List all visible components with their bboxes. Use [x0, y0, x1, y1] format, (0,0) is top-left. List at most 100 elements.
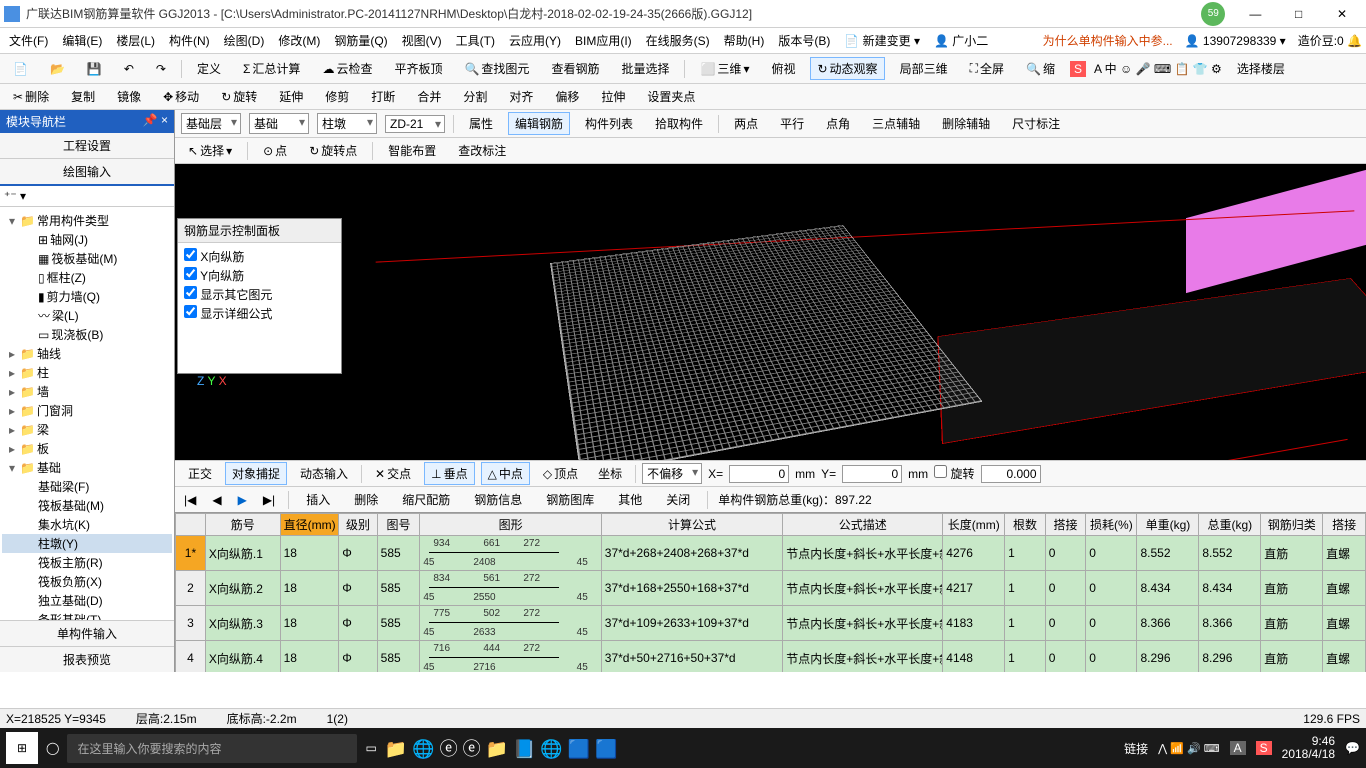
- list-button[interactable]: 构件列表: [578, 112, 640, 135]
- tree-slab[interactable]: ▭ 现浇板(B): [2, 325, 172, 344]
- tree-shearwall[interactable]: ▮ 剪力墙(Q): [2, 287, 172, 306]
- menu-online[interactable]: 在线服务(S): [641, 30, 715, 51]
- stretch-button[interactable]: 拉伸: [594, 85, 632, 108]
- tree-column[interactable]: ▸📁柱: [2, 363, 172, 382]
- findelem-button[interactable]: 🔍 查找图元: [457, 57, 536, 80]
- menu-draw[interactable]: 绘图(D): [219, 30, 270, 51]
- batchsel-button[interactable]: 批量选择: [614, 57, 676, 80]
- rebarinfo-button[interactable]: 钢筋信息: [467, 488, 529, 511]
- delaxis-button[interactable]: 删除辅轴: [935, 112, 997, 135]
- viewport-3d[interactable]: 钢筋显示控制面板 X向纵筋 Y向纵筋 显示其它图元 显示详细公式 Z Y X: [175, 164, 1366, 460]
- nav-prev[interactable]: ◀: [209, 493, 224, 507]
- fullscreen-button[interactable]: ⛶ 全屏: [963, 57, 1011, 80]
- nav-last[interactable]: ▶|: [260, 493, 278, 507]
- threeaxis-button[interactable]: 三点辅轴: [865, 112, 927, 135]
- rotate-check[interactable]: 旋转: [934, 465, 974, 482]
- offset-button[interactable]: 偏移: [548, 85, 586, 108]
- check-formula[interactable]: 显示详细公式: [184, 304, 335, 323]
- menu-tools[interactable]: 工具(T): [451, 30, 500, 51]
- cross-button[interactable]: ✕ 交点: [368, 462, 418, 485]
- cost-bean[interactable]: 造价豆:0 🔔: [1298, 32, 1362, 49]
- menu-component[interactable]: 构件(N): [164, 30, 215, 51]
- merge-button[interactable]: 合并: [410, 85, 448, 108]
- twopoint-button[interactable]: 两点: [727, 112, 765, 135]
- ortho-button[interactable]: 正交: [181, 462, 219, 485]
- perp-button[interactable]: ⊥ 垂点: [424, 462, 474, 485]
- nav-first[interactable]: |◀: [181, 493, 199, 507]
- col-header[interactable]: 搭接: [1045, 514, 1086, 536]
- col-header[interactable]: 根数: [1005, 514, 1046, 536]
- zoom-button[interactable]: 🔍缩: [1019, 57, 1062, 80]
- col-header[interactable]: 总重(kg): [1199, 514, 1261, 536]
- check-xrebar[interactable]: X向纵筋: [184, 247, 335, 266]
- align-button[interactable]: 对齐: [502, 85, 540, 108]
- col-header[interactable]: 公式描述: [783, 514, 943, 536]
- smart-button[interactable]: 智能布置: [381, 139, 443, 162]
- point-button[interactable]: ⊙ 点: [256, 139, 294, 162]
- user-phone[interactable]: 👤 13907298339 ▾: [1185, 34, 1286, 48]
- combo-type[interactable]: 柱墩: [317, 113, 377, 134]
- property-button[interactable]: 属性: [462, 112, 500, 135]
- coord-button[interactable]: 坐标: [591, 462, 629, 485]
- menu-edit[interactable]: 编辑(E): [57, 30, 107, 51]
- 3d-button[interactable]: ⬜ 三维 ▾: [693, 57, 756, 80]
- sumcalc-button[interactable]: Σ 汇总计算: [236, 57, 307, 80]
- combo-layer[interactable]: 基础层: [181, 113, 241, 134]
- combo-category[interactable]: 基础: [249, 113, 309, 134]
- tree-beam[interactable]: 〰 梁(L): [2, 306, 172, 325]
- check-other[interactable]: 显示其它图元: [184, 285, 335, 304]
- save-icon[interactable]: 💾: [80, 59, 109, 79]
- mirror-button[interactable]: 镜像: [110, 85, 148, 108]
- col-header[interactable]: 直径(mm): [280, 514, 339, 536]
- break-button[interactable]: 打断: [364, 85, 402, 108]
- col-header[interactable]: 长度(mm): [943, 514, 1005, 536]
- menu-help[interactable]: 帮助(H): [719, 30, 770, 51]
- selfloor-button[interactable]: 选择楼层: [1230, 57, 1292, 80]
- local3d-button[interactable]: 局部三维: [893, 57, 955, 80]
- col-header[interactable]: 计算公式: [601, 514, 782, 536]
- extend-button[interactable]: 延伸: [272, 85, 310, 108]
- col-header[interactable]: 筋号: [205, 514, 280, 536]
- tree-axisline[interactable]: ▸📁轴线: [2, 344, 172, 363]
- other-button[interactable]: 其他: [611, 488, 649, 511]
- rotate-button[interactable]: ↻ 旋转: [214, 85, 264, 108]
- rotate-input[interactable]: [981, 465, 1041, 483]
- ptangle-button[interactable]: 点角: [819, 112, 857, 135]
- tree-sump[interactable]: 集水坑(K): [2, 515, 172, 534]
- editrebar-button[interactable]: 编辑钢筋: [508, 112, 570, 135]
- tree-raftmain[interactable]: 筏板主筋(R): [2, 553, 172, 572]
- trim-button[interactable]: 修剪: [318, 85, 356, 108]
- close-button[interactable]: ✕: [1322, 7, 1362, 21]
- system-tray[interactable]: 链接 ⋀ 📶 🔊 ⌨ A S 9:462018/4/18 💬: [1124, 735, 1360, 761]
- tree-strip[interactable]: 条形基础(T): [2, 610, 172, 620]
- chlabel-button[interactable]: 查改标注: [451, 139, 513, 162]
- dim-button[interactable]: 尺寸标注: [1005, 112, 1067, 135]
- parallel-button[interactable]: 平行: [773, 112, 811, 135]
- tree-slab2[interactable]: ▸📁板: [2, 439, 172, 458]
- insert-button[interactable]: 插入: [299, 488, 337, 511]
- table-row[interactable]: 4X向纵筋.418Φ5857164442724527164537*d+50+27…: [176, 641, 1366, 673]
- pin-icon[interactable]: 📌 ×: [143, 113, 168, 130]
- tree-pier[interactable]: 柱墩(Y): [2, 534, 172, 553]
- mid-button[interactable]: △ 中点: [481, 462, 530, 485]
- menu-bim[interactable]: BIM应用(I): [570, 30, 637, 51]
- menu-modify[interactable]: 修改(M): [273, 30, 325, 51]
- check-yrebar[interactable]: Y向纵筋: [184, 266, 335, 285]
- tree-common[interactable]: ▾📁常用构件类型: [2, 211, 172, 230]
- copy-button[interactable]: 复制: [64, 85, 102, 108]
- delete-row-button[interactable]: 删除: [347, 488, 385, 511]
- tree-beam2[interactable]: ▸📁梁: [2, 420, 172, 439]
- start-button[interactable]: ⊞: [6, 732, 38, 764]
- table-row[interactable]: 2X向纵筋.218Φ5858345612724525504537*d+168+2…: [176, 571, 1366, 606]
- undo-icon[interactable]: ↶: [117, 59, 141, 79]
- dyninput-button[interactable]: 动态输入: [293, 462, 355, 485]
- viewrebar-button[interactable]: 查看钢筋: [544, 57, 606, 80]
- dynview-button[interactable]: ↻ 动态观察: [810, 57, 884, 80]
- tab-draw[interactable]: 绘图输入: [0, 159, 174, 186]
- objsnap-button[interactable]: 对象捕捉: [225, 462, 287, 485]
- cloudcheck-button[interactable]: ☁ 云检查: [315, 57, 379, 80]
- x-input[interactable]: [729, 465, 789, 483]
- tree-raftneg[interactable]: 筏板负筋(X): [2, 572, 172, 591]
- report-preview-button[interactable]: 报表预览: [0, 646, 174, 672]
- tree-indep[interactable]: 独立基础(D): [2, 591, 172, 610]
